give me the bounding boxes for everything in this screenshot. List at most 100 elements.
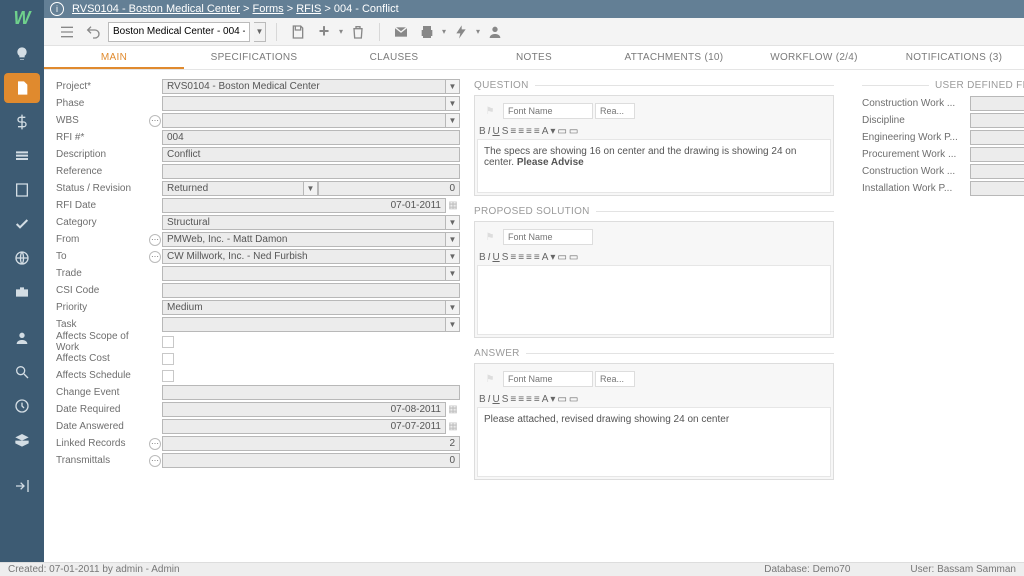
- input-change[interactable]: [162, 385, 460, 400]
- add-icon[interactable]: +: [313, 21, 335, 43]
- editor-answer-body[interactable]: Please attached, revised drawing showing…: [477, 407, 831, 477]
- rt-format-row-3[interactable]: BIUS≡≡≡≡A▾▭▭: [477, 392, 831, 407]
- picker-to[interactable]: ⋯: [149, 251, 161, 263]
- dd-status[interactable]: ▼: [304, 181, 318, 196]
- cal-date-ans[interactable]: ▦: [446, 419, 460, 434]
- rail-item-history[interactable]: [0, 389, 44, 423]
- dd-priority[interactable]: ▼: [446, 300, 460, 315]
- mail-icon[interactable]: [390, 21, 412, 43]
- tab-clauses[interactable]: CLAUSES: [324, 46, 464, 69]
- input-priority[interactable]: [162, 300, 446, 315]
- input-phase[interactable]: [162, 96, 446, 111]
- cal-date-req[interactable]: ▦: [446, 402, 460, 417]
- delete-icon[interactable]: [347, 21, 369, 43]
- rail-item-logout[interactable]: [0, 469, 44, 503]
- tab-notes[interactable]: NOTES: [464, 46, 604, 69]
- input-category[interactable]: [162, 215, 446, 230]
- input-status[interactable]: [162, 181, 304, 196]
- rail-item-user[interactable]: [0, 321, 44, 355]
- profile-icon[interactable]: [484, 21, 506, 43]
- rail-item-tasks[interactable]: [0, 207, 44, 241]
- input-trans[interactable]: [162, 453, 460, 468]
- udf-input-2[interactable]: [970, 130, 1024, 145]
- print-icon[interactable]: [416, 21, 438, 43]
- dd-wbs[interactable]: ▼: [446, 113, 460, 128]
- rail-item-records[interactable]: [0, 139, 44, 173]
- input-revision[interactable]: [318, 181, 460, 196]
- rail-item-globe[interactable]: [0, 241, 44, 275]
- input-project[interactable]: [162, 79, 446, 94]
- input-csi[interactable]: [162, 283, 460, 298]
- tab-workflow[interactable]: WORKFLOW (2/4): [744, 46, 884, 69]
- undo-icon[interactable]: [82, 21, 104, 43]
- rt-font-select-3[interactable]: [503, 371, 593, 387]
- tab-main[interactable]: MAIN: [44, 46, 184, 69]
- dd-category[interactable]: ▼: [446, 215, 460, 230]
- udf-input-1[interactable]: [970, 113, 1024, 128]
- rail-item-briefcase[interactable]: [0, 275, 44, 309]
- rail-item-search[interactable]: [0, 355, 44, 389]
- input-wbs[interactable]: [162, 113, 446, 128]
- dd-phase[interactable]: ▼: [446, 96, 460, 111]
- label-schedule: Affects Schedule: [56, 370, 148, 381]
- rail-item-cost[interactable]: [0, 105, 44, 139]
- rt-flag-icon-3[interactable]: ⚑: [479, 368, 501, 390]
- input-rfi-date[interactable]: [162, 198, 446, 213]
- breadcrumb-project[interactable]: RVS0104 - Boston Medical Center: [72, 3, 240, 15]
- tab-notifications[interactable]: NOTIFICATIONS (3): [884, 46, 1024, 69]
- breadcrumb-rfis[interactable]: RFIS: [296, 3, 321, 15]
- list-view-icon[interactable]: [56, 21, 78, 43]
- dd-to[interactable]: ▼: [446, 249, 460, 264]
- tab-specifications[interactable]: SPECIFICATIONS: [184, 46, 324, 69]
- editor-proposed-body[interactable]: [477, 265, 831, 335]
- dd-project[interactable]: ▼: [446, 79, 460, 94]
- udf-input-0[interactable]: [970, 96, 1024, 111]
- rail-item-forms[interactable]: [4, 73, 40, 103]
- input-from[interactable]: [162, 232, 446, 247]
- picker-linked[interactable]: ⋯: [149, 438, 161, 450]
- dd-trade[interactable]: ▼: [446, 266, 460, 281]
- dd-task[interactable]: ▼: [446, 317, 460, 332]
- editor-question-body[interactable]: The specs are showing 16 on center and t…: [477, 139, 831, 193]
- udf-input-3[interactable]: [970, 147, 1024, 162]
- input-task[interactable]: [162, 317, 446, 332]
- rt-format-row[interactable]: BIUS≡≡≡≡A▾▭▭: [477, 124, 831, 139]
- record-selector[interactable]: [108, 22, 250, 42]
- input-linked[interactable]: [162, 436, 460, 451]
- rail-item-education[interactable]: [0, 423, 44, 457]
- rt-flag-icon-2[interactable]: ⚑: [479, 226, 501, 248]
- chk-cost[interactable]: [162, 353, 174, 365]
- label-trans: Transmittals: [56, 455, 148, 466]
- rt-size-select[interactable]: [595, 103, 635, 119]
- info-icon[interactable]: i: [50, 2, 64, 16]
- app-logo: W: [14, 8, 31, 29]
- udf-input-4[interactable]: [970, 164, 1024, 179]
- input-rfi-no[interactable]: [162, 130, 460, 145]
- rt-size-select-3[interactable]: [595, 371, 635, 387]
- picker-wbs[interactable]: ⋯: [149, 115, 161, 127]
- breadcrumb-forms[interactable]: Forms: [253, 3, 284, 15]
- input-trade[interactable]: [162, 266, 446, 281]
- input-description[interactable]: [162, 147, 460, 162]
- dd-from[interactable]: ▼: [446, 232, 460, 247]
- picker-trans[interactable]: ⋯: [149, 455, 161, 467]
- save-icon[interactable]: [287, 21, 309, 43]
- input-date-ans[interactable]: [162, 419, 446, 434]
- rt-font-select-2[interactable]: [503, 229, 593, 245]
- rt-format-row-2[interactable]: BIUS≡≡≡≡A▾▭▭: [477, 250, 831, 265]
- rt-font-select[interactable]: [503, 103, 593, 119]
- input-reference[interactable]: [162, 164, 460, 179]
- chk-schedule[interactable]: [162, 370, 174, 382]
- picker-from[interactable]: ⋯: [149, 234, 161, 246]
- tab-attachments[interactable]: ATTACHMENTS (10): [604, 46, 744, 69]
- input-date-req[interactable]: [162, 402, 446, 417]
- rail-item-library[interactable]: [0, 173, 44, 207]
- rt-flag-icon[interactable]: ⚑: [479, 100, 501, 122]
- record-selector-caret[interactable]: ▼: [254, 22, 266, 42]
- udf-input-5[interactable]: [970, 181, 1024, 196]
- rail-item-ideas[interactable]: [0, 37, 44, 71]
- chk-scope[interactable]: [162, 336, 174, 348]
- action-icon[interactable]: [450, 21, 472, 43]
- cal-rfi-date[interactable]: ▦: [446, 198, 460, 213]
- input-to[interactable]: [162, 249, 446, 264]
